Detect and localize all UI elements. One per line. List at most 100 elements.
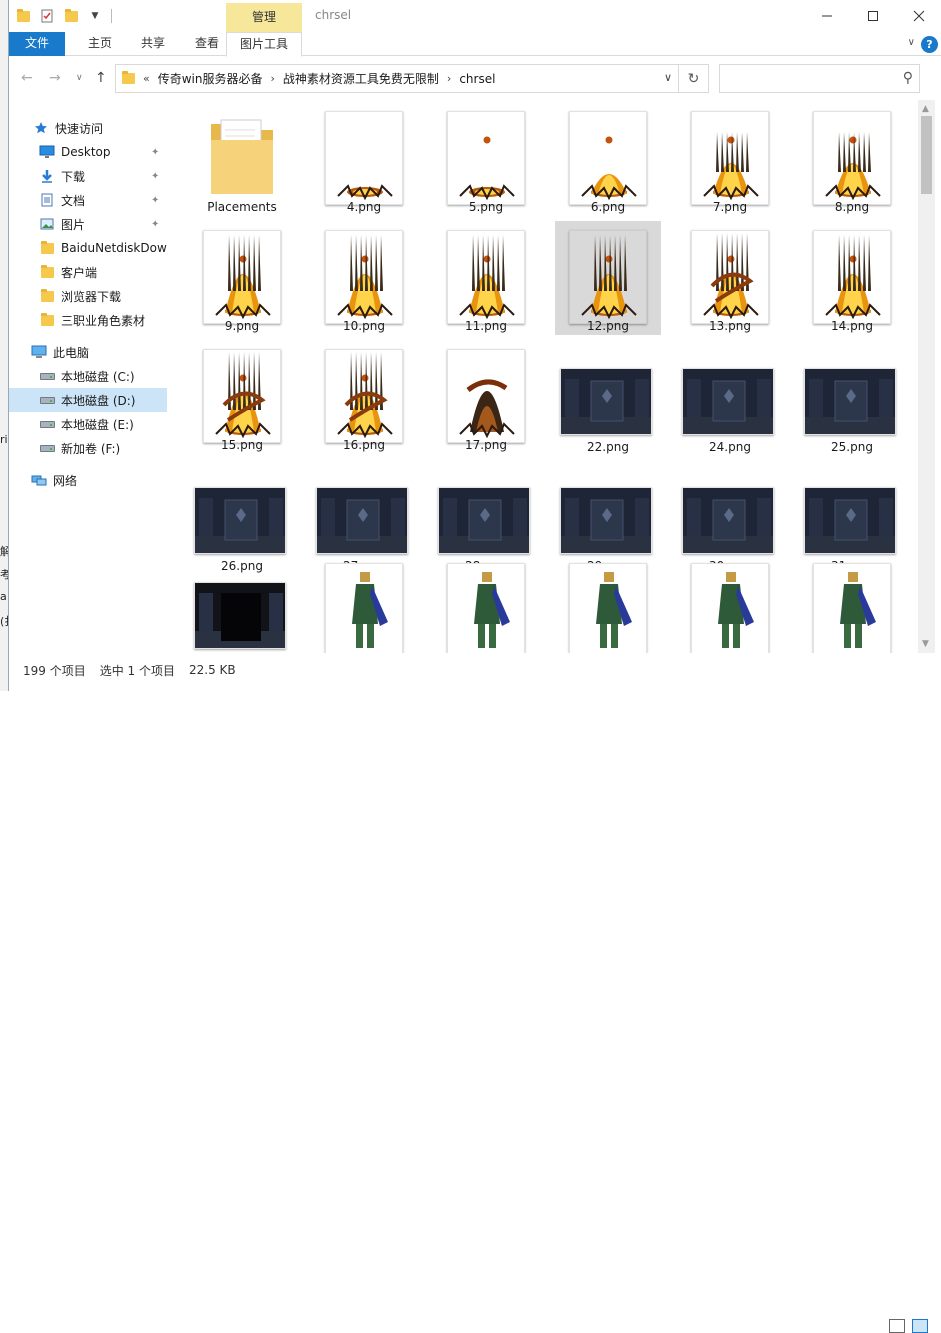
chevron-down-icon[interactable]: ▼ bbox=[85, 6, 105, 26]
file-item[interactable]: 13.png bbox=[677, 221, 783, 335]
file-name: 13.png bbox=[709, 319, 751, 333]
sidebar-item[interactable]: 客户端 bbox=[9, 260, 167, 284]
sidebar-item[interactable]: 图片 ✦ bbox=[9, 212, 167, 236]
scroll-down-icon[interactable]: ▼ bbox=[922, 639, 929, 649]
up-arrow-icon[interactable]: ↑ bbox=[95, 70, 107, 86]
scroll-up-icon[interactable]: ▲ bbox=[922, 104, 929, 114]
vertical-scrollbar[interactable]: ▲ ▼ bbox=[918, 100, 935, 653]
tab-picture-tools[interactable]: 图片工具 bbox=[226, 32, 302, 57]
chevron-down-icon[interactable]: ∨ bbox=[664, 71, 672, 84]
sidebar-item-label: 本地磁盘 (C:) bbox=[61, 369, 135, 384]
back-arrow-icon[interactable]: ← bbox=[21, 70, 33, 86]
sidebar-item[interactable]: Desktop ✦ bbox=[9, 140, 167, 164]
file-name: 11.png bbox=[465, 319, 507, 333]
maximize-button[interactable] bbox=[850, 0, 896, 32]
sidebar-item[interactable]: 新加卷 (F:) bbox=[9, 436, 167, 460]
download-icon bbox=[39, 168, 55, 184]
file-item[interactable] bbox=[555, 554, 661, 653]
minimize-icon bbox=[822, 15, 832, 17]
sidebar-item[interactable]: 本地磁盘 (D:) bbox=[9, 388, 167, 412]
pin-icon[interactable]: ✦ bbox=[151, 171, 159, 182]
file-item[interactable]: 5.png bbox=[433, 102, 539, 216]
file-item[interactable]: 16.png bbox=[311, 340, 417, 454]
file-item[interactable] bbox=[799, 554, 905, 653]
file-item[interactable]: 22.png bbox=[555, 340, 661, 454]
sidebar-item[interactable]: 网络 bbox=[9, 468, 167, 492]
folder-item[interactable]: Placements bbox=[189, 102, 295, 216]
sidebar-item-label: 此电脑 bbox=[53, 345, 90, 360]
file-item[interactable]: 24.png bbox=[677, 340, 783, 454]
file-item[interactable]: 17.png bbox=[433, 340, 539, 454]
breadcrumb-item[interactable]: 传奇win服务器必备 bbox=[158, 70, 263, 87]
file-name: 17.png bbox=[465, 438, 507, 452]
scrollbar-thumb[interactable] bbox=[921, 116, 932, 194]
folder-icon bbox=[122, 71, 135, 84]
refresh-icon[interactable]: ↻ bbox=[678, 65, 708, 92]
image-thumbnail bbox=[447, 349, 525, 443]
file-item[interactable]: 8.png bbox=[799, 102, 905, 216]
file-item[interactable]: 7.png bbox=[677, 102, 783, 216]
item-count: 199 个项目 bbox=[23, 663, 86, 678]
sidebar-item[interactable]: 本地磁盘 (E:) bbox=[9, 412, 167, 436]
breadcrumb-item[interactable]: chrsel bbox=[459, 72, 495, 86]
file-item[interactable]: 9.png bbox=[189, 221, 295, 335]
pin-icon[interactable]: ✦ bbox=[151, 219, 159, 230]
file-item[interactable] bbox=[311, 554, 417, 653]
file-item[interactable]: 25.png bbox=[799, 340, 905, 454]
minimize-button[interactable] bbox=[804, 0, 850, 32]
tab-file[interactable]: 文件 bbox=[9, 32, 65, 56]
window-title: chrsel bbox=[315, 8, 352, 22]
file-item[interactable]: 12.png bbox=[555, 221, 661, 335]
desktop-icon bbox=[39, 144, 55, 160]
sidebar-item-label: 新加卷 (F:) bbox=[61, 441, 121, 456]
help-icon[interactable]: ? bbox=[921, 36, 938, 53]
tab-manage[interactable]: 管理 bbox=[226, 3, 302, 32]
tab-share[interactable]: 共享 bbox=[125, 32, 181, 56]
chevron-right-icon[interactable]: › bbox=[271, 72, 275, 85]
network-icon bbox=[31, 472, 47, 488]
address-bar[interactable]: « 传奇win服务器必备 › 战神素材资源工具免费无限制 › chrsel ∨ … bbox=[115, 64, 709, 93]
close-button[interactable] bbox=[896, 0, 941, 32]
sidebar-item[interactable]: 下载 ✦ bbox=[9, 164, 167, 188]
sidebar-item-label: 网络 bbox=[53, 473, 78, 488]
file-item[interactable] bbox=[189, 554, 295, 653]
file-item[interactable]: 14.png bbox=[799, 221, 905, 335]
sidebar-item[interactable]: 浏览器下载 bbox=[9, 284, 167, 308]
folder-icon[interactable] bbox=[13, 6, 33, 26]
new-folder-icon[interactable] bbox=[61, 6, 81, 26]
file-item[interactable] bbox=[677, 554, 783, 653]
sidebar-item[interactable]: 此电脑 bbox=[9, 340, 167, 364]
file-grid: Placements 4.png 5.png 6.png 7.png 8.png 9.png… bbox=[179, 100, 919, 653]
search-input[interactable]: ⚲ bbox=[719, 64, 920, 93]
sidebar-item[interactable]: 快速访问 bbox=[9, 116, 167, 140]
navigation-pane: 快速访问 Desktop ✦ 下载 ✦ 文档 ✦ 图片 ✦ BaiduNetdiskDow 客户端浏… bbox=[9, 108, 167, 653]
file-item[interactable] bbox=[433, 554, 539, 653]
file-name: 7.png bbox=[712, 200, 748, 214]
chevron-down-icon[interactable]: ∨ bbox=[908, 37, 915, 48]
file-item[interactable]: 11.png bbox=[433, 221, 539, 335]
image-thumbnail bbox=[804, 487, 896, 554]
sidebar-item[interactable]: 三职业角色素材 bbox=[9, 308, 167, 332]
file-item[interactable]: 4.png bbox=[311, 102, 417, 216]
sidebar-item[interactable]: BaiduNetdiskDow bbox=[9, 236, 167, 260]
chevron-right-icon[interactable]: › bbox=[447, 72, 451, 85]
file-item[interactable]: 15.png bbox=[189, 340, 295, 454]
image-thumbnail bbox=[447, 230, 525, 324]
sidebar-item[interactable]: 本地磁盘 (C:) bbox=[9, 364, 167, 388]
chevron-down-icon[interactable]: ∨ bbox=[76, 73, 83, 83]
large-icons-view-icon[interactable] bbox=[912, 1319, 928, 1333]
tab-home[interactable]: 主页 bbox=[75, 32, 125, 56]
image-thumbnail bbox=[682, 487, 774, 554]
details-view-icon[interactable] bbox=[889, 1319, 905, 1333]
breadcrumb-item[interactable]: 战神素材资源工具免费无限制 bbox=[283, 70, 439, 87]
file-item[interactable]: 6.png bbox=[555, 102, 661, 216]
file-item[interactable]: 10.png bbox=[311, 221, 417, 335]
image-thumbnail bbox=[560, 368, 652, 435]
file-name: 14.png bbox=[831, 319, 873, 333]
properties-icon[interactable] bbox=[37, 6, 57, 26]
breadcrumb-overflow[interactable]: « bbox=[143, 72, 150, 85]
pin-icon[interactable]: ✦ bbox=[151, 147, 159, 158]
forward-arrow-icon[interactable]: → bbox=[49, 70, 61, 86]
pin-icon[interactable]: ✦ bbox=[151, 195, 159, 206]
sidebar-item[interactable]: 文档 ✦ bbox=[9, 188, 167, 212]
